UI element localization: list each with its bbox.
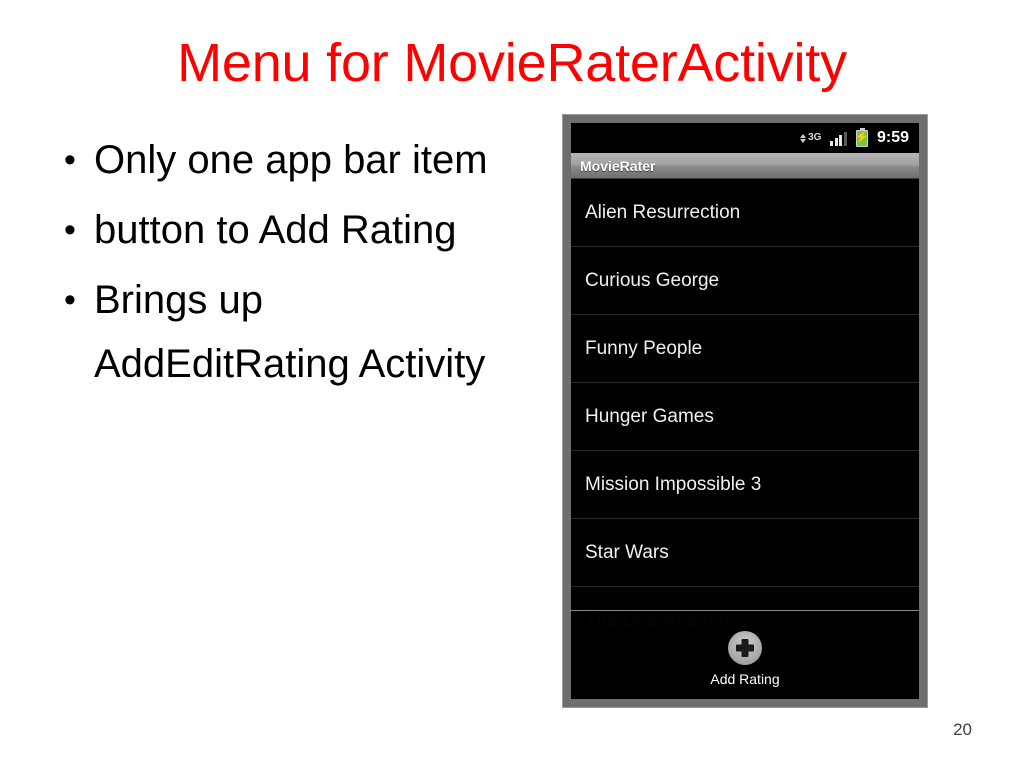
list-item[interactable]: Hunger Games (571, 383, 919, 451)
plus-circle-icon (728, 631, 762, 665)
menu-item-label: Add Rating (710, 671, 780, 687)
network-label: 3G (808, 132, 822, 143)
3g-data-icon: 3G (800, 129, 821, 147)
data-arrows-icon (800, 133, 807, 143)
android-status-bar: 3G ⚡ 9:59 (571, 123, 919, 153)
battery-charging-icon: ⚡ (855, 127, 869, 147)
bullet-list: • Only one app bar item • button to Add … (56, 128, 496, 402)
bullet-text: Brings up AddEditRating Activity (94, 278, 486, 386)
movie-list[interactable]: Alien Resurrection Curious George Funny … (571, 179, 919, 655)
slide-page-number: 20 (953, 720, 972, 739)
options-menu: Add Rating (571, 610, 919, 699)
bullet-marker-icon: • (64, 211, 76, 249)
menu-item-add-rating[interactable]: Add Rating (710, 623, 780, 687)
list-item[interactable]: Mission Impossible 3 (571, 451, 919, 519)
charging-bolt-icon: ⚡ (855, 131, 869, 144)
app-title-bar: MovieRater (571, 153, 919, 179)
signal-bars-icon (830, 130, 847, 146)
app-title: MovieRater (580, 157, 656, 174)
list-item: • button to Add Rating (56, 198, 496, 262)
list-item[interactable]: Funny People (571, 315, 919, 383)
phone-mockup: 3G ⚡ 9:59 MovieRater Alien Resurrection … (562, 114, 928, 708)
list-item[interactable]: Curious George (571, 247, 919, 315)
bullet-marker-icon: • (64, 141, 76, 179)
list-item[interactable]: Star Wars (571, 519, 919, 587)
list-item: • Brings up AddEditRating Activity (56, 268, 496, 396)
list-item[interactable]: Alien Resurrection (571, 179, 919, 247)
bullet-marker-icon: • (64, 281, 76, 319)
bullet-text: Only one app bar item (94, 138, 488, 182)
list-item: • Only one app bar item (56, 128, 496, 192)
bullet-text: button to Add Rating (94, 208, 457, 252)
status-clock: 9:59 (876, 129, 909, 146)
phone-screen: 3G ⚡ 9:59 MovieRater Alien Resurrection … (571, 123, 919, 699)
page-title: Menu for MovieRaterActivity (177, 33, 847, 93)
